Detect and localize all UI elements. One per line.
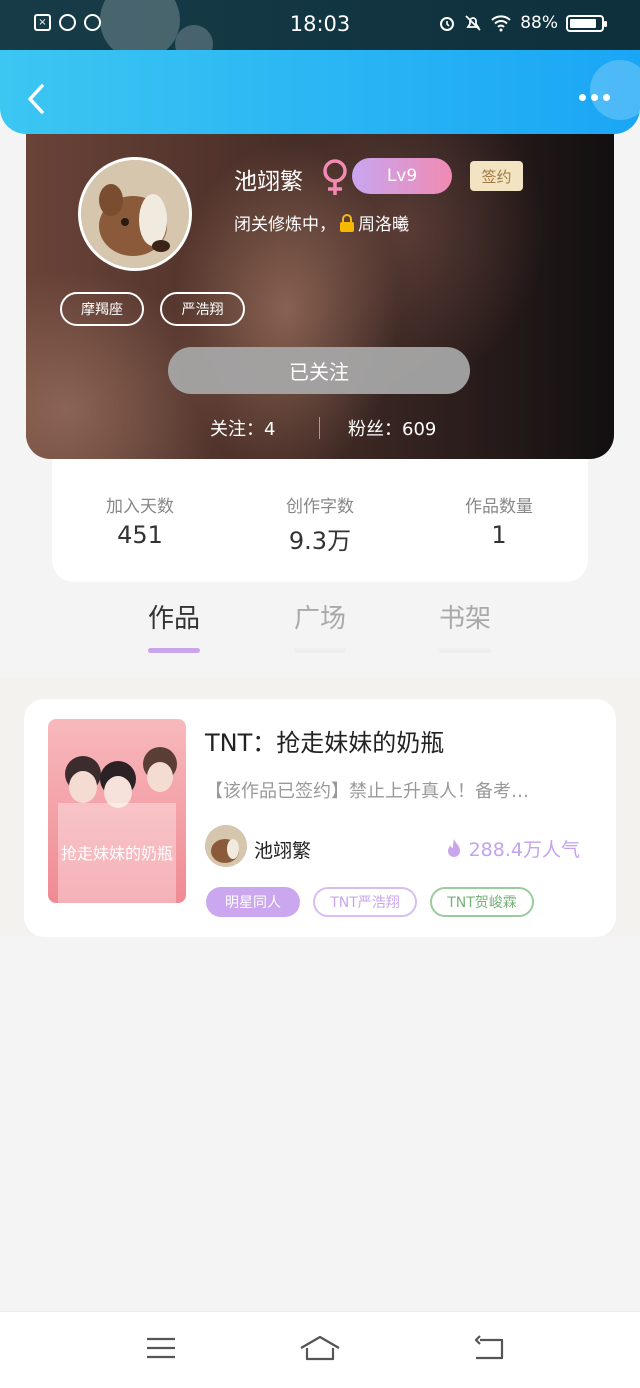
profile-card: 池翊繁 Lv9 签约 闭关修炼中， 周洛曦 摩羯座 严浩翔 已关注 关注：4 粉… xyxy=(26,110,614,459)
stat-label: 创作字数 xyxy=(286,497,354,517)
genre-tag-he-junlin[interactable]: TNT贺峻霖 xyxy=(430,887,534,917)
alarm-icon xyxy=(440,17,455,31)
stat-value: 1 xyxy=(491,521,507,549)
follow-button[interactable]: 已关注 xyxy=(168,347,470,394)
tab-label: 书架 xyxy=(438,604,491,634)
tab-bar: 作品 广场 书架 xyxy=(0,598,640,658)
status-right-icons: 88% xyxy=(438,13,607,33)
cover-title-text: 抢走妹妹的奶瓶 xyxy=(61,844,173,863)
cover-image: 抢走妹妹的奶瓶 xyxy=(48,719,186,903)
stat-value: 451 xyxy=(117,521,163,549)
dog-avatar-image xyxy=(81,160,189,268)
lock-icon xyxy=(340,213,354,232)
profile-motto: 闭关修炼中， 周洛曦 xyxy=(234,210,409,235)
genre-tag-yan-haoxiang[interactable]: TNT严浩翔 xyxy=(313,887,417,917)
work-card[interactable]: 抢走妹妹的奶瓶 TNT：抢走妹妹的奶瓶 【该作品已签约】禁止上升真人！备考… 池… xyxy=(24,699,616,937)
battery-icon xyxy=(566,14,607,32)
stat-label: 作品数量 xyxy=(465,497,533,517)
following-count[interactable]: 关注：4 xyxy=(210,415,275,441)
work-title[interactable]: TNT：抢走妹妹的奶瓶 xyxy=(205,723,444,758)
work-cover[interactable]: 抢走妹妹的奶瓶 xyxy=(48,719,186,903)
female-icon xyxy=(323,159,347,195)
profile-tag-zodiac[interactable]: 摩羯座 xyxy=(60,292,144,326)
more-dots-icon[interactable] xyxy=(579,94,610,101)
fans-count[interactable]: 粉丝：609 xyxy=(348,415,436,441)
author-avatar-image xyxy=(205,825,247,867)
battery-fill xyxy=(570,18,597,28)
status-bar: × 18:03 88% xyxy=(0,0,640,63)
back-icon[interactable] xyxy=(472,1334,506,1364)
tab-indicator xyxy=(439,648,491,653)
work-description: 【该作品已签约】禁止上升真人！备考… xyxy=(205,781,529,802)
motto-prefix: 闭关修炼中， xyxy=(234,215,336,235)
tab-bookshelf[interactable]: 书架 xyxy=(425,598,505,653)
stat-label: 加入天数 xyxy=(106,497,174,517)
count-divider xyxy=(319,417,320,439)
username: 池翊繁 xyxy=(234,169,303,195)
wifi-icon xyxy=(491,15,511,32)
tab-indicator xyxy=(148,648,200,653)
system-nav-bar xyxy=(0,1311,640,1388)
mute-bell-icon xyxy=(465,15,481,31)
stats-panel: 加入天数 451 创作字数 9.3万 作品数量 1 xyxy=(52,440,588,582)
author-avatar[interactable] xyxy=(205,825,247,867)
signed-badge: 签约 xyxy=(470,161,523,191)
motto-suffix: 周洛曦 xyxy=(358,215,409,235)
menu-icon[interactable] xyxy=(145,1334,177,1362)
stat-works: 作品数量 1 xyxy=(429,492,569,549)
tab-square[interactable]: 广场 xyxy=(280,598,360,653)
popularity: 288.4万人气 xyxy=(445,835,580,862)
genre-tag-celebrity[interactable]: 明星同人 xyxy=(206,887,300,917)
popularity-value: 288.4万人气 xyxy=(468,839,580,861)
stat-days: 加入天数 451 xyxy=(70,492,210,549)
stat-value: 9.3万 xyxy=(288,527,352,555)
profile-tag-idol[interactable]: 严浩翔 xyxy=(160,292,245,326)
chevron-left-icon[interactable] xyxy=(22,82,50,116)
home-icon[interactable] xyxy=(298,1334,342,1364)
author-name[interactable]: 池翊繁 xyxy=(254,836,311,863)
level-badge: Lv9 xyxy=(352,158,452,194)
battery-percent: 88% xyxy=(520,13,558,33)
tab-label: 广场 xyxy=(293,604,346,634)
header-bar xyxy=(0,50,640,134)
flame-icon xyxy=(447,838,460,857)
tab-label: 作品 xyxy=(147,604,200,634)
tab-works[interactable]: 作品 xyxy=(134,598,214,653)
avatar[interactable] xyxy=(78,157,192,271)
tab-indicator xyxy=(294,648,346,653)
stat-words: 创作字数 9.3万 xyxy=(250,492,390,556)
